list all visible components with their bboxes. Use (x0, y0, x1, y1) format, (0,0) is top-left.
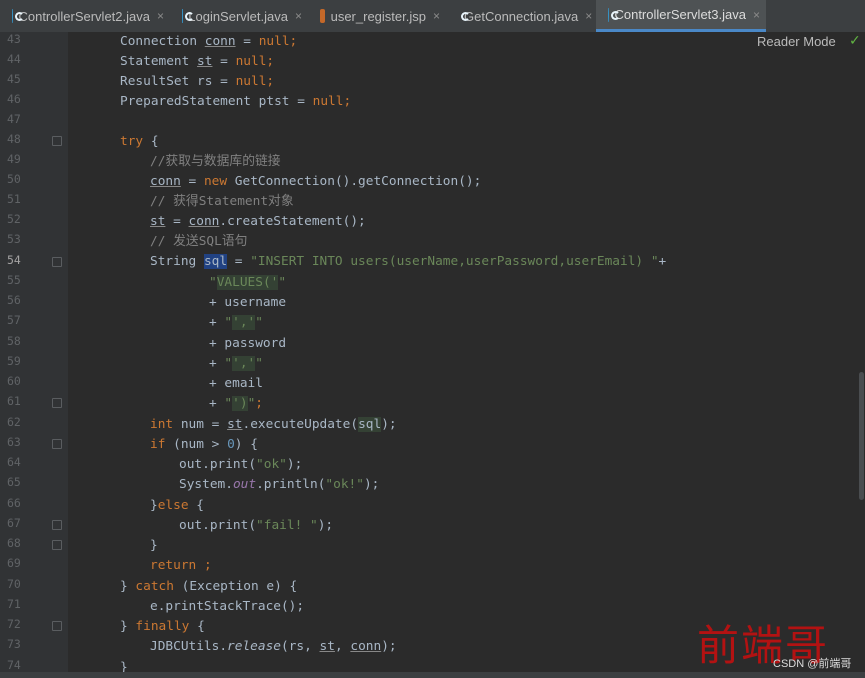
editor-tab-bar: ControllerServlet2.java × LoginServlet.j… (0, 0, 865, 33)
inspection-ok-icon[interactable]: ✓ (849, 33, 861, 49)
line-number: 72 (7, 617, 21, 631)
tab-controllerservlet2[interactable]: ControllerServlet2.java × (0, 0, 170, 32)
line-number: 48 (7, 132, 21, 146)
code-line-60: + email (209, 376, 263, 391)
code-line-58: + password (209, 336, 287, 351)
line-number: 68 (7, 536, 21, 550)
line-number: 57 (7, 313, 21, 327)
code-line-46: PreparedStatement ptst = null; (120, 94, 352, 109)
code-line-62: int num = st.executeUpdate(sql); (150, 417, 397, 432)
line-number: 74 (7, 658, 21, 672)
reader-mode-button[interactable]: Reader Mode (757, 34, 836, 49)
tab-controllerservlet3[interactable]: ControllerServlet3.java × (596, 0, 766, 32)
code-line-53: // 发送SQL语句 (150, 234, 248, 249)
code-line-64: out.print("ok"); (179, 457, 303, 472)
line-number: 45 (7, 72, 21, 86)
fold-marker-icon[interactable] (52, 398, 62, 408)
line-number: 55 (7, 273, 21, 287)
code-line-55: "VALUES('" (209, 275, 287, 290)
line-number: 66 (7, 496, 21, 510)
line-number: 46 (7, 92, 21, 106)
line-number-gutter[interactable]: 43 44 45 46 47 48 49 50 51 52 53 54 55 5… (0, 32, 68, 678)
line-number: 62 (7, 415, 21, 429)
line-number: 43 (7, 32, 21, 46)
close-tab-icon[interactable]: × (585, 9, 592, 23)
code-line-65: System.out.println("ok!"); (179, 477, 380, 492)
line-number: 61 (7, 394, 21, 408)
close-tab-icon[interactable]: × (157, 9, 164, 23)
code-line-54: String sql = "INSERT INTO users(userName… (150, 254, 667, 269)
line-number: 49 (7, 152, 21, 166)
code-line-71: e.printStackTrace(); (150, 599, 305, 614)
line-number: 65 (7, 475, 21, 489)
code-line-68: } (150, 538, 158, 553)
code-line-43: Connection conn = null; (120, 34, 298, 49)
tab-label: user_register.jsp (330, 8, 426, 24)
line-number: 70 (7, 577, 21, 591)
line-number: 60 (7, 374, 21, 388)
code-line-48: try { (120, 134, 159, 149)
line-number: 56 (7, 293, 21, 307)
line-number: 58 (7, 334, 21, 348)
code-line-66: }else { (150, 498, 204, 513)
line-number: 69 (7, 556, 21, 570)
code-line-69: return ; (150, 558, 212, 573)
line-number: 44 (7, 52, 21, 66)
code-editor[interactable]: Connection conn = null; Statement st = n… (68, 32, 865, 678)
line-number: 59 (7, 354, 21, 368)
line-number: 53 (7, 232, 21, 246)
tab-label: ControllerServlet3.java (614, 7, 746, 22)
code-line-57: + "','" (209, 315, 263, 330)
line-number: 52 (7, 212, 21, 226)
code-line-50: conn = new GetConnection().getConnection… (150, 174, 482, 189)
line-number: 50 (7, 172, 21, 186)
code-line-44: Statement st = null; (120, 54, 275, 69)
code-line-73: JDBCUtils.release(rs, st, conn); (150, 639, 397, 654)
fold-marker-icon[interactable] (52, 439, 62, 449)
fold-marker-icon[interactable] (52, 257, 62, 267)
line-number: 67 (7, 516, 21, 530)
line-number-current: 54 (7, 253, 21, 267)
fold-marker-icon[interactable] (52, 621, 62, 631)
close-tab-icon[interactable]: × (753, 8, 760, 22)
line-number: 47 (7, 112, 21, 126)
close-tab-icon[interactable]: × (433, 9, 440, 23)
line-number: 63 (7, 435, 21, 449)
vertical-scrollbar[interactable] (859, 372, 864, 500)
csdn-credit: CSDN @前端哥 (773, 658, 852, 670)
code-line-56: + username (209, 295, 287, 310)
code-line-49: //获取与数据库的链接 (150, 154, 281, 169)
code-line-67: out.print("fail! "); (179, 518, 334, 533)
fold-marker-icon[interactable] (52, 540, 62, 550)
code-line-52: st = conn.createStatement(); (150, 214, 366, 229)
tab-label: GetConnection.java (464, 8, 579, 24)
tab-label: ControllerServlet2.java (18, 8, 150, 24)
tab-loginservlet[interactable]: LoginServlet.java × (170, 0, 308, 32)
tab-user-register[interactable]: user_register.jsp × (308, 0, 446, 32)
line-number: 51 (7, 192, 21, 206)
code-line-45: ResultSet rs = null; (120, 74, 275, 89)
code-line-70: } catch (Exception e) { (120, 579, 298, 594)
close-tab-icon[interactable]: × (295, 9, 302, 23)
fold-marker-icon[interactable] (52, 520, 62, 530)
fold-marker-icon[interactable] (52, 136, 62, 146)
line-number: 73 (7, 637, 21, 651)
tab-label: LoginServlet.java (188, 8, 288, 24)
jsp-file-icon (320, 9, 325, 23)
tab-getconnection[interactable]: GetConnection.java × (446, 0, 596, 32)
code-line-59: + "','" (209, 356, 263, 371)
code-line-51: // 获得Statement对象 (150, 194, 294, 209)
code-line-63: if (num > 0) { (150, 437, 258, 452)
line-number: 71 (7, 597, 21, 611)
line-number: 64 (7, 455, 21, 469)
bottom-bar (0, 672, 865, 678)
code-line-72: } finally { (120, 619, 205, 634)
code-line-61: + "')"; (209, 396, 263, 411)
